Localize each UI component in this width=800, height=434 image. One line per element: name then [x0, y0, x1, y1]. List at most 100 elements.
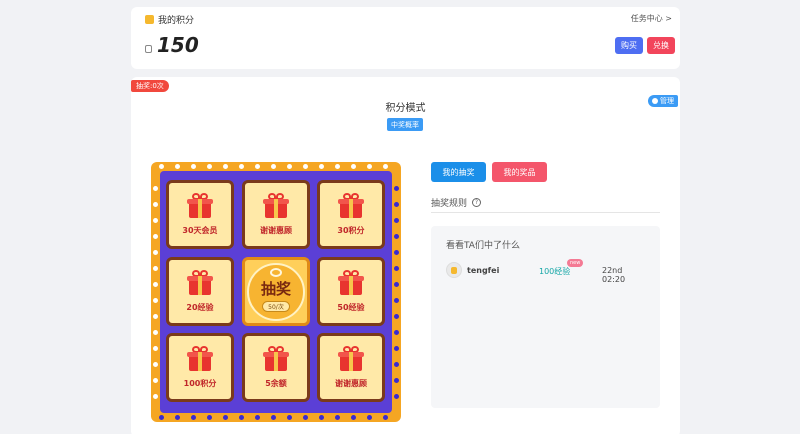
gift-icon: [337, 270, 365, 296]
draw-count-badge: 抽奖:0次: [131, 80, 169, 92]
win-probability-button[interactable]: 中奖概率: [387, 118, 423, 131]
border-light: [158, 164, 164, 169]
border-light: [394, 297, 399, 303]
border-light: [174, 415, 180, 420]
border-light: [394, 361, 399, 367]
prize-cell: 100积分: [166, 333, 234, 402]
mode-title: 积分模式: [385, 103, 426, 114]
manage-label: 管理: [660, 97, 674, 105]
gift-icon: [262, 193, 290, 219]
points-card: 我的积分 任务中心 > 150 购买 兑换: [131, 7, 680, 69]
border-light: [153, 233, 158, 239]
new-badge: new: [567, 259, 584, 267]
border-light: [222, 164, 228, 169]
draw-label: 抽奖: [260, 279, 291, 298]
border-light: [394, 265, 399, 271]
coin-icon: [451, 266, 457, 274]
border-light: [206, 415, 212, 420]
gift-icon: [186, 193, 214, 219]
manage-button[interactable]: 管理: [648, 95, 678, 107]
prize-label: 30天会员: [182, 226, 218, 235]
border-light: [318, 164, 324, 169]
task-center-link[interactable]: 任务中心 >: [631, 13, 672, 24]
buy-button[interactable]: 购买: [615, 37, 643, 54]
border-light: [366, 415, 372, 420]
prize-cell: 5余额: [242, 333, 310, 402]
border-light: [350, 164, 356, 169]
border-light: [153, 329, 158, 335]
border-light: [334, 164, 340, 169]
wallet-icon: [145, 45, 152, 53]
gift-icon: [186, 270, 214, 296]
border-light: [286, 164, 292, 169]
points-header: 我的积分: [145, 13, 194, 26]
border-light: [382, 164, 388, 169]
border-light: [270, 164, 276, 169]
prize-label: 谢谢惠顾: [335, 379, 367, 388]
list-item: tengfei 100经验 new 22nd 02:20: [446, 259, 646, 284]
prize-cell: 30天会员: [166, 180, 234, 249]
ring-icon: [270, 267, 282, 277]
points-title: 我的积分: [158, 16, 195, 26]
border-light: [153, 281, 158, 287]
gift-icon: [186, 346, 214, 372]
prize-label: 谢谢惠顾: [260, 226, 292, 235]
border-light: [206, 164, 212, 169]
border-light: [153, 265, 158, 271]
border-light: [318, 415, 324, 420]
border-light: [238, 164, 244, 169]
border-light: [153, 185, 158, 191]
border-light: [286, 415, 292, 420]
border-light: [190, 164, 196, 169]
exchange-button[interactable]: 兑换: [647, 37, 675, 54]
border-light: [153, 201, 158, 207]
winner-name: tengfei: [467, 266, 500, 275]
winners-panel: 看看TA们中了什么 tengfei 100经验 new 22nd 02:20: [431, 226, 660, 408]
avatar: [446, 262, 462, 278]
draw-button[interactable]: 抽奖 50/次: [242, 257, 310, 326]
border-light: [153, 313, 158, 319]
draw-cost: 50/次: [262, 300, 290, 312]
gift-icon: [337, 346, 365, 372]
border-light: [174, 164, 180, 169]
gift-icon: [262, 346, 290, 372]
border-light: [394, 201, 399, 207]
border-light: [334, 415, 340, 420]
border-light: [270, 415, 276, 420]
prize-cell: 30积分: [317, 180, 385, 249]
border-light: [153, 361, 158, 367]
border-light: [153, 249, 158, 255]
border-light: [238, 415, 244, 420]
border-light: [394, 377, 399, 383]
prize-label: 100积分: [183, 379, 217, 388]
winner-time: 22nd 02:20: [602, 266, 626, 284]
border-light: [153, 377, 158, 383]
border-light: [394, 329, 399, 335]
help-icon[interactable]: ?: [472, 198, 482, 207]
prize-cell: 谢谢惠顾: [317, 333, 385, 402]
draw-disc: 抽奖 50/次: [247, 262, 305, 321]
border-light: [190, 415, 196, 420]
border-light: [394, 345, 399, 351]
points-value-row: 150: [145, 34, 199, 56]
prize-cell: 谢谢惠顾: [242, 180, 310, 249]
border-light: [153, 297, 158, 303]
tab-my-prizes[interactable]: 我的奖品: [492, 162, 547, 182]
rules-link[interactable]: 抽奖规则 ?: [431, 196, 482, 209]
winner-prize: 100经验: [539, 267, 571, 276]
prize-cell: 20经验: [166, 257, 234, 326]
points-value: 150: [157, 33, 199, 57]
tab-my-draws[interactable]: 我的抽奖: [431, 162, 486, 182]
border-light: [366, 164, 372, 169]
rules-label: 抽奖规则: [431, 199, 468, 209]
border-light: [394, 249, 399, 255]
border-light: [394, 313, 399, 319]
border-light: [394, 217, 399, 223]
border-light: [222, 415, 228, 420]
coin-icon: [145, 15, 154, 24]
winners-title: 看看TA们中了什么: [446, 241, 520, 251]
lottery-board: 30天会员 谢谢惠顾 30积分 20经验 抽奖 50/次 50经验 100积分 …: [151, 162, 401, 422]
border-light: [394, 393, 399, 399]
border-light: [382, 415, 388, 420]
border-light: [350, 415, 356, 420]
